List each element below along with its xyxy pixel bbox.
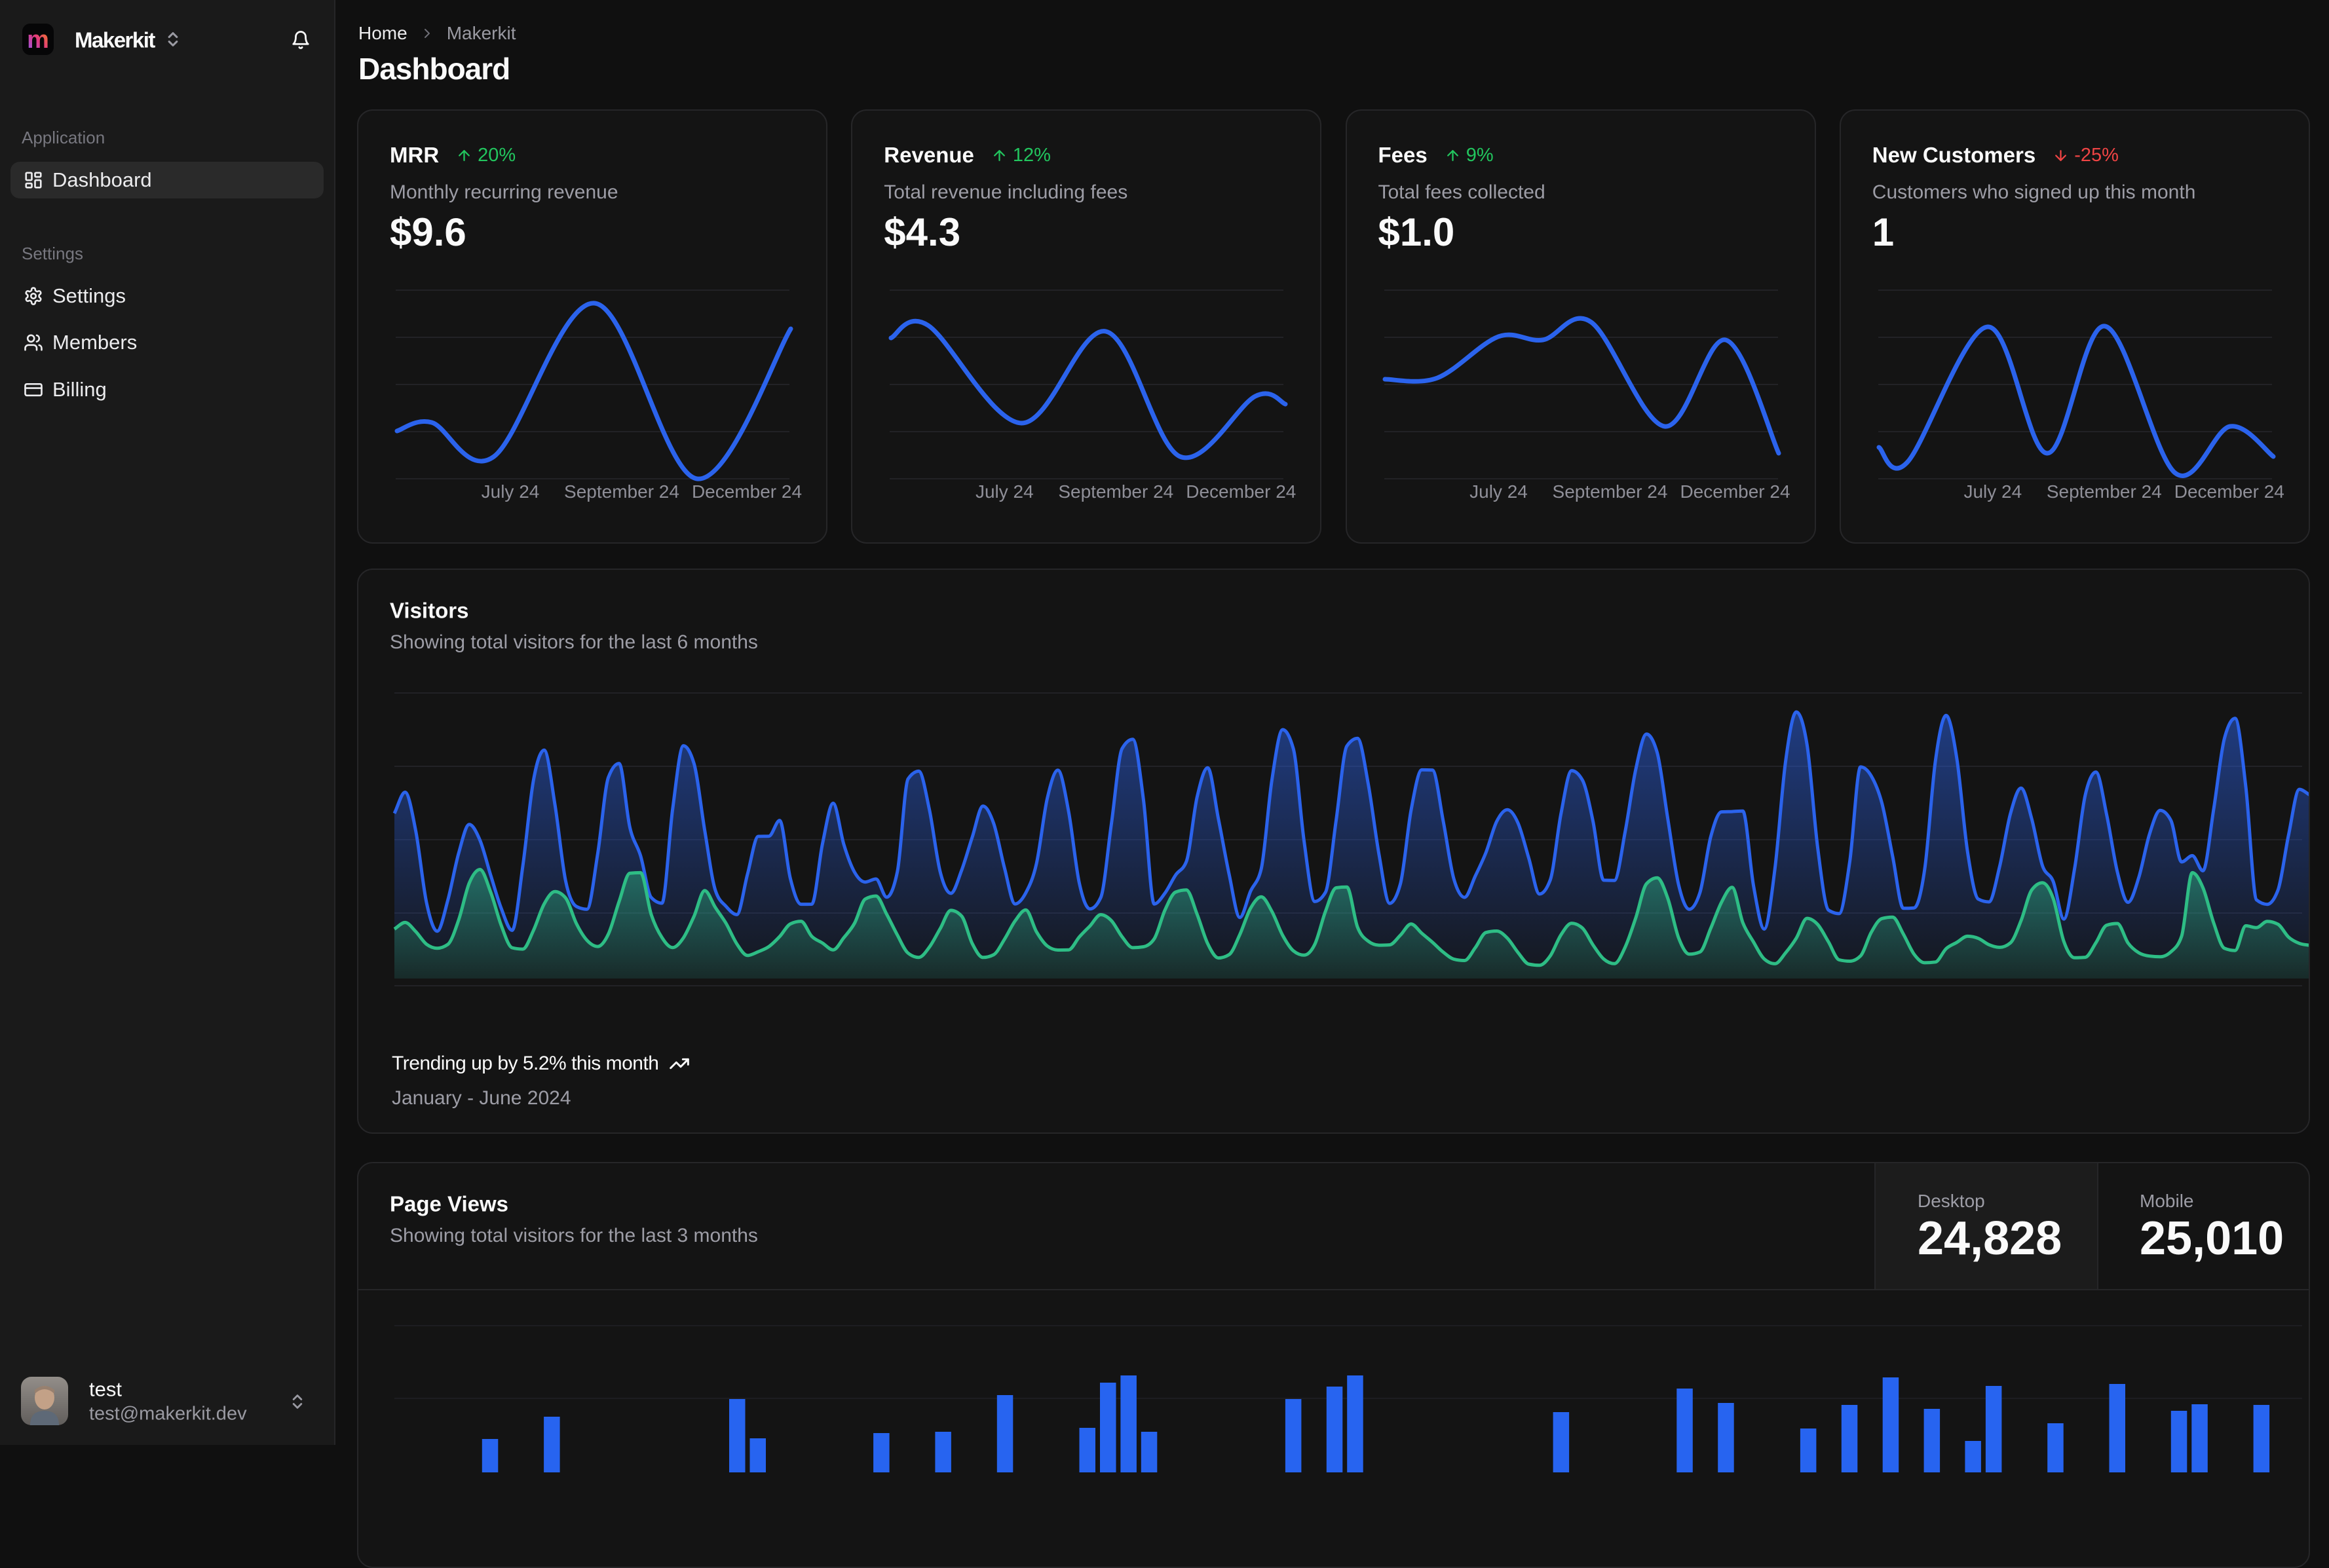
svg-text:m: m [27, 26, 49, 54]
